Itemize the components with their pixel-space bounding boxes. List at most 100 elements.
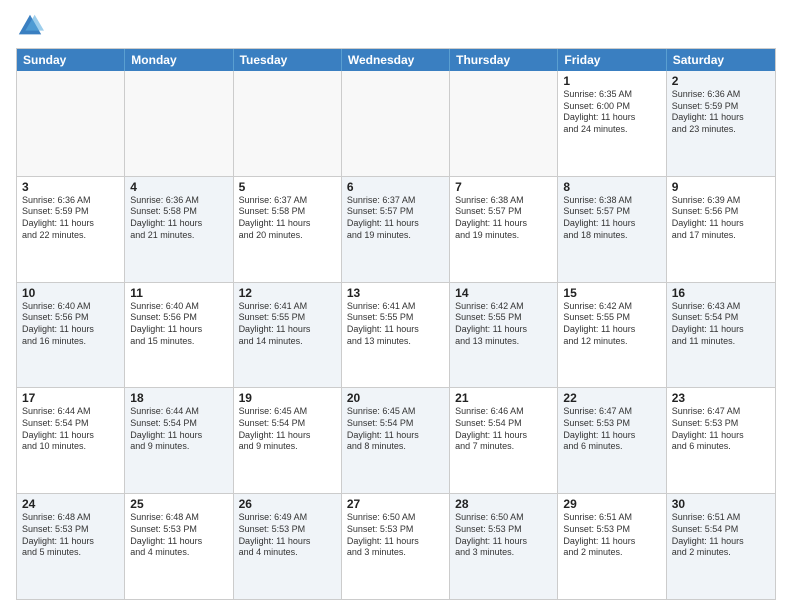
calendar-cell: 24Sunrise: 6:48 AM Sunset: 5:53 PM Dayli… [17, 494, 125, 599]
cell-info: Sunrise: 6:38 AM Sunset: 5:57 PM Dayligh… [455, 195, 552, 242]
cell-info: Sunrise: 6:44 AM Sunset: 5:54 PM Dayligh… [22, 406, 119, 453]
day-number: 25 [130, 497, 227, 511]
cell-info: Sunrise: 6:41 AM Sunset: 5:55 PM Dayligh… [347, 301, 444, 348]
cell-info: Sunrise: 6:36 AM Sunset: 5:59 PM Dayligh… [22, 195, 119, 242]
calendar-row: 3Sunrise: 6:36 AM Sunset: 5:59 PM Daylig… [17, 176, 775, 282]
calendar-cell: 15Sunrise: 6:42 AM Sunset: 5:55 PM Dayli… [558, 283, 666, 388]
calendar-cell: 8Sunrise: 6:38 AM Sunset: 5:57 PM Daylig… [558, 177, 666, 282]
cell-info: Sunrise: 6:48 AM Sunset: 5:53 PM Dayligh… [22, 512, 119, 559]
day-number: 11 [130, 286, 227, 300]
calendar-header: SundayMondayTuesdayWednesdayThursdayFrid… [17, 49, 775, 71]
weekday-header: Friday [558, 49, 666, 71]
cell-info: Sunrise: 6:41 AM Sunset: 5:55 PM Dayligh… [239, 301, 336, 348]
weekday-header: Thursday [450, 49, 558, 71]
cell-info: Sunrise: 6:37 AM Sunset: 5:57 PM Dayligh… [347, 195, 444, 242]
cell-info: Sunrise: 6:45 AM Sunset: 5:54 PM Dayligh… [347, 406, 444, 453]
day-number: 26 [239, 497, 336, 511]
calendar-cell: 6Sunrise: 6:37 AM Sunset: 5:57 PM Daylig… [342, 177, 450, 282]
cell-info: Sunrise: 6:48 AM Sunset: 5:53 PM Dayligh… [130, 512, 227, 559]
cell-info: Sunrise: 6:36 AM Sunset: 5:58 PM Dayligh… [130, 195, 227, 242]
cell-info: Sunrise: 6:37 AM Sunset: 5:58 PM Dayligh… [239, 195, 336, 242]
day-number: 3 [22, 180, 119, 194]
day-number: 17 [22, 391, 119, 405]
calendar-cell: 16Sunrise: 6:43 AM Sunset: 5:54 PM Dayli… [667, 283, 775, 388]
day-number: 16 [672, 286, 770, 300]
calendar-cell: 18Sunrise: 6:44 AM Sunset: 5:54 PM Dayli… [125, 388, 233, 493]
day-number: 22 [563, 391, 660, 405]
calendar-cell: 19Sunrise: 6:45 AM Sunset: 5:54 PM Dayli… [234, 388, 342, 493]
day-number: 24 [22, 497, 119, 511]
calendar-cell: 4Sunrise: 6:36 AM Sunset: 5:58 PM Daylig… [125, 177, 233, 282]
calendar-cell: 21Sunrise: 6:46 AM Sunset: 5:54 PM Dayli… [450, 388, 558, 493]
calendar-row: 10Sunrise: 6:40 AM Sunset: 5:56 PM Dayli… [17, 282, 775, 388]
calendar-row: 24Sunrise: 6:48 AM Sunset: 5:53 PM Dayli… [17, 493, 775, 599]
cell-info: Sunrise: 6:47 AM Sunset: 5:53 PM Dayligh… [672, 406, 770, 453]
cell-info: Sunrise: 6:50 AM Sunset: 5:53 PM Dayligh… [455, 512, 552, 559]
cell-info: Sunrise: 6:44 AM Sunset: 5:54 PM Dayligh… [130, 406, 227, 453]
calendar-cell: 20Sunrise: 6:45 AM Sunset: 5:54 PM Dayli… [342, 388, 450, 493]
calendar-cell [234, 71, 342, 176]
calendar-cell: 1Sunrise: 6:35 AM Sunset: 6:00 PM Daylig… [558, 71, 666, 176]
logo-icon [16, 12, 44, 40]
calendar-cell: 5Sunrise: 6:37 AM Sunset: 5:58 PM Daylig… [234, 177, 342, 282]
cell-info: Sunrise: 6:40 AM Sunset: 5:56 PM Dayligh… [22, 301, 119, 348]
day-number: 28 [455, 497, 552, 511]
calendar-row: 17Sunrise: 6:44 AM Sunset: 5:54 PM Dayli… [17, 387, 775, 493]
calendar-cell: 28Sunrise: 6:50 AM Sunset: 5:53 PM Dayli… [450, 494, 558, 599]
calendar-cell: 14Sunrise: 6:42 AM Sunset: 5:55 PM Dayli… [450, 283, 558, 388]
day-number: 29 [563, 497, 660, 511]
day-number: 5 [239, 180, 336, 194]
day-number: 18 [130, 391, 227, 405]
day-number: 14 [455, 286, 552, 300]
cell-info: Sunrise: 6:46 AM Sunset: 5:54 PM Dayligh… [455, 406, 552, 453]
calendar-cell: 23Sunrise: 6:47 AM Sunset: 5:53 PM Dayli… [667, 388, 775, 493]
logo [16, 12, 48, 40]
day-number: 9 [672, 180, 770, 194]
day-number: 15 [563, 286, 660, 300]
weekday-header: Saturday [667, 49, 775, 71]
weekday-header: Tuesday [234, 49, 342, 71]
cell-info: Sunrise: 6:51 AM Sunset: 5:53 PM Dayligh… [563, 512, 660, 559]
calendar: SundayMondayTuesdayWednesdayThursdayFrid… [16, 48, 776, 600]
cell-info: Sunrise: 6:43 AM Sunset: 5:54 PM Dayligh… [672, 301, 770, 348]
calendar-cell: 2Sunrise: 6:36 AM Sunset: 5:59 PM Daylig… [667, 71, 775, 176]
calendar-cell: 26Sunrise: 6:49 AM Sunset: 5:53 PM Dayli… [234, 494, 342, 599]
cell-info: Sunrise: 6:38 AM Sunset: 5:57 PM Dayligh… [563, 195, 660, 242]
calendar-cell: 13Sunrise: 6:41 AM Sunset: 5:55 PM Dayli… [342, 283, 450, 388]
day-number: 27 [347, 497, 444, 511]
cell-info: Sunrise: 6:36 AM Sunset: 5:59 PM Dayligh… [672, 89, 770, 136]
cell-info: Sunrise: 6:45 AM Sunset: 5:54 PM Dayligh… [239, 406, 336, 453]
weekday-header: Wednesday [342, 49, 450, 71]
day-number: 21 [455, 391, 552, 405]
cell-info: Sunrise: 6:50 AM Sunset: 5:53 PM Dayligh… [347, 512, 444, 559]
calendar-cell [125, 71, 233, 176]
page: SundayMondayTuesdayWednesdayThursdayFrid… [0, 0, 792, 612]
calendar-cell: 9Sunrise: 6:39 AM Sunset: 5:56 PM Daylig… [667, 177, 775, 282]
cell-info: Sunrise: 6:49 AM Sunset: 5:53 PM Dayligh… [239, 512, 336, 559]
day-number: 2 [672, 74, 770, 88]
cell-info: Sunrise: 6:47 AM Sunset: 5:53 PM Dayligh… [563, 406, 660, 453]
calendar-cell: 10Sunrise: 6:40 AM Sunset: 5:56 PM Dayli… [17, 283, 125, 388]
day-number: 1 [563, 74, 660, 88]
day-number: 20 [347, 391, 444, 405]
calendar-cell [17, 71, 125, 176]
calendar-cell [342, 71, 450, 176]
day-number: 7 [455, 180, 552, 194]
day-number: 4 [130, 180, 227, 194]
calendar-cell: 22Sunrise: 6:47 AM Sunset: 5:53 PM Dayli… [558, 388, 666, 493]
calendar-cell: 12Sunrise: 6:41 AM Sunset: 5:55 PM Dayli… [234, 283, 342, 388]
cell-info: Sunrise: 6:35 AM Sunset: 6:00 PM Dayligh… [563, 89, 660, 136]
cell-info: Sunrise: 6:40 AM Sunset: 5:56 PM Dayligh… [130, 301, 227, 348]
cell-info: Sunrise: 6:39 AM Sunset: 5:56 PM Dayligh… [672, 195, 770, 242]
weekday-header: Monday [125, 49, 233, 71]
day-number: 8 [563, 180, 660, 194]
day-number: 12 [239, 286, 336, 300]
calendar-cell: 25Sunrise: 6:48 AM Sunset: 5:53 PM Dayli… [125, 494, 233, 599]
day-number: 10 [22, 286, 119, 300]
calendar-cell: 29Sunrise: 6:51 AM Sunset: 5:53 PM Dayli… [558, 494, 666, 599]
weekday-header: Sunday [17, 49, 125, 71]
calendar-cell: 17Sunrise: 6:44 AM Sunset: 5:54 PM Dayli… [17, 388, 125, 493]
calendar-cell [450, 71, 558, 176]
cell-info: Sunrise: 6:51 AM Sunset: 5:54 PM Dayligh… [672, 512, 770, 559]
day-number: 13 [347, 286, 444, 300]
